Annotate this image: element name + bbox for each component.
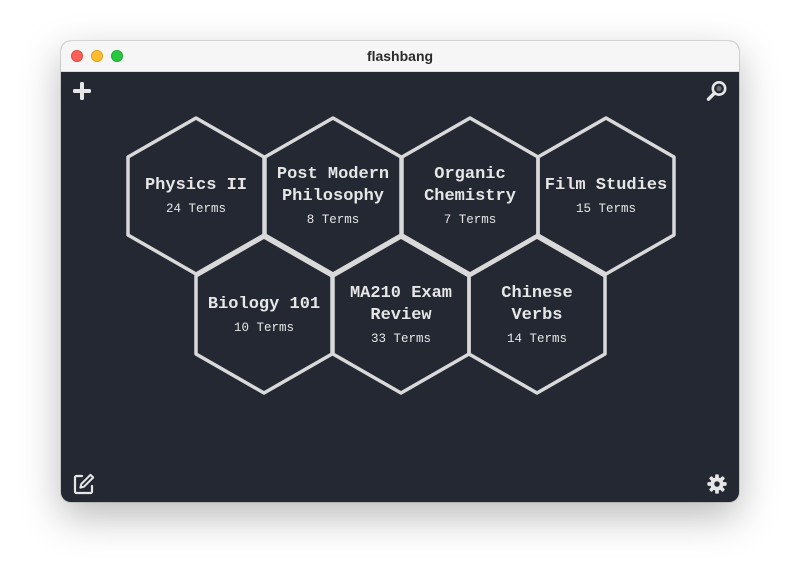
deck-term-count: 14 Terms [506,332,567,346]
deck-term-count: 10 Terms [233,321,294,335]
window-title: flashbang [366,48,434,64]
deck-term-count: 7 Terms [443,213,497,227]
settings-button[interactable] [706,473,730,497]
edit-button[interactable] [72,472,96,496]
deck-name: Chinese Verbs [501,284,573,325]
deck-label: Biology 101 10 Terms [196,237,332,393]
app-window: flashbang Physics II 24 Terms Post Modern … [61,41,739,502]
deck-tile[interactable]: Chinese Verbs 14 Terms [469,237,605,393]
deck-tile[interactable]: MA210 Exam Review 33 Terms [333,237,469,393]
deck-label: Chinese Verbs 14 Terms [469,237,605,393]
deck-term-count: 15 Terms [575,202,636,216]
deck-tile[interactable]: Biology 101 10 Terms [196,237,332,393]
deck-name: Organic Chemistry [424,165,516,206]
edit-icon [73,473,95,495]
title-bar: flashbang [61,41,739,72]
deck-term-count: 24 Terms [165,202,226,216]
deck-name: Post Modern Philosophy [276,165,390,206]
deck-name: Film Studies [544,176,668,195]
deck-term-count: 33 Terms [370,332,431,346]
deck-name: Biology 101 [207,295,321,314]
deck-name: Physics II [144,176,248,195]
gear-icon [707,474,727,494]
deck-grid-area: Physics II 24 Terms Post Modern Philosophy… [61,72,739,502]
deck-term-count: 8 Terms [306,213,360,227]
deck-name: MA210 Exam Review [349,284,453,325]
deck-label: MA210 Exam Review 33 Terms [333,237,469,393]
